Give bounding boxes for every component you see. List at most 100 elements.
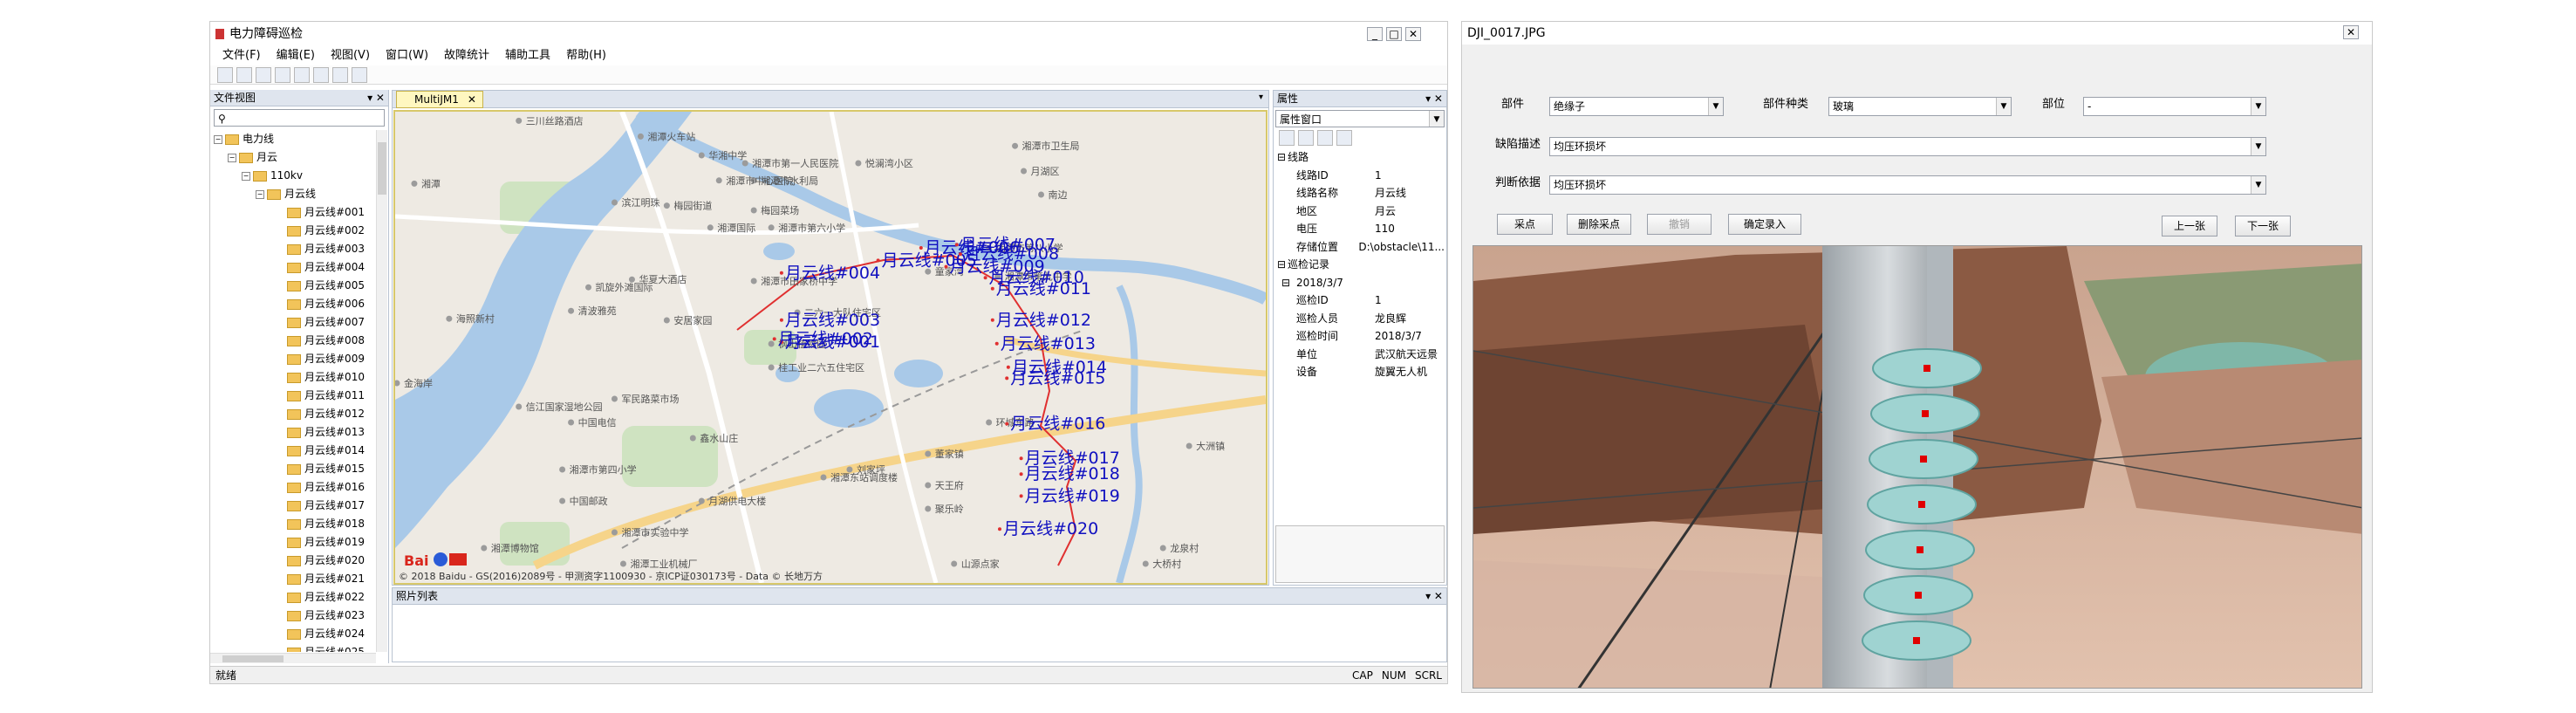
position-select[interactable]: - ▼ [2083,97,2266,116]
tree-item[interactable]: 月云线#009 [214,350,375,368]
property-row[interactable]: 巡检人员 龙良辉 [1275,310,1445,328]
power-line-label[interactable]: 月云线#016 [1010,415,1105,434]
tree-item[interactable]: 月云线#010 [214,368,375,387]
power-line-label[interactable]: 月云线#011 [996,279,1091,298]
part-select[interactable]: 绝缘子 ▼ [1549,97,1724,116]
property-row[interactable]: 单位 武汉航天远景 [1275,346,1445,364]
tree-item[interactable]: 月云线#019 [214,533,375,552]
defect-marker[interactable] [1917,546,1923,553]
property-row[interactable]: 设备 旋翼无人机 [1275,363,1445,381]
minimize-button[interactable]: _ [1367,27,1383,41]
tree-item[interactable]: 月云线#007 [214,313,375,332]
property-row[interactable]: 电压 110 [1275,220,1445,238]
defect-marker[interactable] [1920,456,1927,463]
panel-close-icon[interactable]: ▾ ✕ [367,90,385,106]
inspection-photo[interactable] [1472,245,2362,689]
tree-item[interactable]: 月云线#025 [214,643,375,652]
close-button[interactable]: ✕ [1405,27,1421,41]
power-line-label[interactable]: 月云线#004 [785,264,880,283]
tree-node-root[interactable]: − 电力线 [214,130,375,148]
tree-item[interactable]: 月云线#021 [214,570,375,588]
property-section-inspection[interactable]: ⊟ 巡检记录 [1275,256,1445,274]
menu-window[interactable]: 窗口(W) [380,46,434,65]
tree-item[interactable]: 月云线#024 [214,625,375,643]
tree-item[interactable]: 月云线#015 [214,460,375,478]
tree-node-level1[interactable]: − 月云 [214,148,375,167]
tree-item[interactable]: 月云线#008 [214,332,375,350]
map-canvas[interactable]: 三川丝路酒店湘潭火车站华湘中学湘潭市第一人民医院 悦澜湾小区 湘潭市卫生局月湖区湘潭… [395,112,1266,583]
tree-item[interactable]: 月云线#017 [214,497,375,515]
panel-close-icon[interactable]: ▾ ✕ [1425,588,1443,604]
tree-item[interactable]: 月云线#020 [214,552,375,570]
tree-item[interactable]: 月云线#013 [214,423,375,442]
properties-combo[interactable]: 属性窗口 ▼ [1275,110,1445,127]
tree-hscrollbar[interactable] [210,653,376,663]
menu-fault-stats[interactable]: 故障统计 [439,46,495,65]
defect-select[interactable]: 均压环损坏 ▼ [1549,137,2266,156]
tree-item[interactable]: 月云线#004 [214,258,375,277]
paste-icon[interactable] [313,66,329,83]
tower-marker-icon[interactable] [779,271,783,275]
defect-marker[interactable] [1922,410,1929,417]
tab-multijm1[interactable]: MultiJM1 ✕ [396,91,483,108]
tree-scrollbar[interactable] [376,130,387,652]
tree-node-level3[interactable]: − 月云线 [214,185,375,203]
tower-marker-icon[interactable] [983,276,987,280]
tower-marker-icon[interactable] [954,243,959,247]
copy-icon[interactable] [294,66,310,83]
part-type-select[interactable]: 玻璃 ▼ [1828,97,2012,116]
tower-marker-icon[interactable] [1019,494,1023,498]
tab-close-icon[interactable]: ✕ [468,93,476,106]
tree-search-input[interactable]: ⚲ [214,109,385,127]
tree-item[interactable]: 月云线#003 [214,240,375,258]
photo-canvas[interactable] [1473,246,2362,689]
menu-edit[interactable]: 编辑(E) [271,46,320,65]
tree-item[interactable]: 月云线#018 [214,515,375,533]
tower-marker-icon[interactable] [944,264,948,269]
events-icon[interactable] [1336,130,1352,146]
power-line-label[interactable]: 月云线#013 [1001,334,1096,353]
property-row[interactable]: 线路名称 月云线 [1275,184,1445,202]
confirm-entry-button[interactable]: 确定录入 [1728,214,1801,235]
tree-node-level2[interactable]: −110kv [214,167,375,185]
maximize-button[interactable]: □ [1386,27,1402,41]
tower-marker-icon[interactable] [990,286,994,291]
power-line-label[interactable]: 月云线#003 [785,311,880,330]
tower-marker-icon[interactable] [1019,456,1023,461]
next-image-button[interactable]: 下一张 [2235,216,2291,237]
sort-az-icon[interactable] [1298,130,1314,146]
delete-point-button[interactable]: 删除采点 [1567,214,1631,235]
undo-button[interactable]: 撤销 [1647,214,1712,235]
open-icon[interactable] [236,66,252,83]
property-row[interactable]: 线路ID 1 [1275,167,1445,185]
pick-point-button[interactable]: 采点 [1497,214,1553,235]
tree-item[interactable]: 月云线#023 [214,607,375,625]
prev-image-button[interactable]: 上一张 [2162,216,2217,237]
tree-item[interactable]: 月云线#002 [214,222,375,240]
save-icon[interactable] [256,66,271,83]
power-line-label[interactable]: 月云线#015 [1010,368,1105,387]
tower-marker-icon[interactable] [919,246,923,250]
tower-marker-icon[interactable] [1019,472,1023,476]
menu-tools[interactable]: 辅助工具 [500,46,556,65]
defect-marker[interactable] [1918,501,1925,508]
help-icon[interactable] [352,66,367,83]
tree-item[interactable]: 月云线#001 [214,203,375,222]
tower-marker-icon[interactable] [990,318,994,322]
map-view[interactable]: 三川丝路酒店 湘潭火车站 华湘中学 湘潭市第一人民医院 悦澜湾小区 湘潭市卫生局 月湖区 湘潭… [393,110,1268,585]
categorized-icon[interactable] [1279,130,1295,146]
tree-item[interactable]: 月云线#005 [214,277,375,295]
property-row[interactable]: 巡检ID 1 [1275,291,1445,310]
defect-marker[interactable] [1923,365,1930,372]
menu-help[interactable]: 帮助(H) [561,46,612,65]
panel-close-icon[interactable]: ▾ ✕ [1425,91,1443,106]
photo-close-button[interactable]: ✕ [2343,25,2359,39]
property-row[interactable]: 存储位置 D:\obstacle\11... [1275,238,1445,257]
tree-item[interactable]: 月云线#012 [214,405,375,423]
tree-item[interactable]: 月云线#016 [214,478,375,497]
menu-file[interactable]: 文件(F) [217,46,266,65]
basis-select[interactable]: 均压环损坏 ▼ [1549,175,2266,195]
defect-marker[interactable] [1915,592,1922,599]
properties-icon[interactable] [1317,130,1333,146]
tree-item[interactable]: 月云线#006 [214,295,375,313]
